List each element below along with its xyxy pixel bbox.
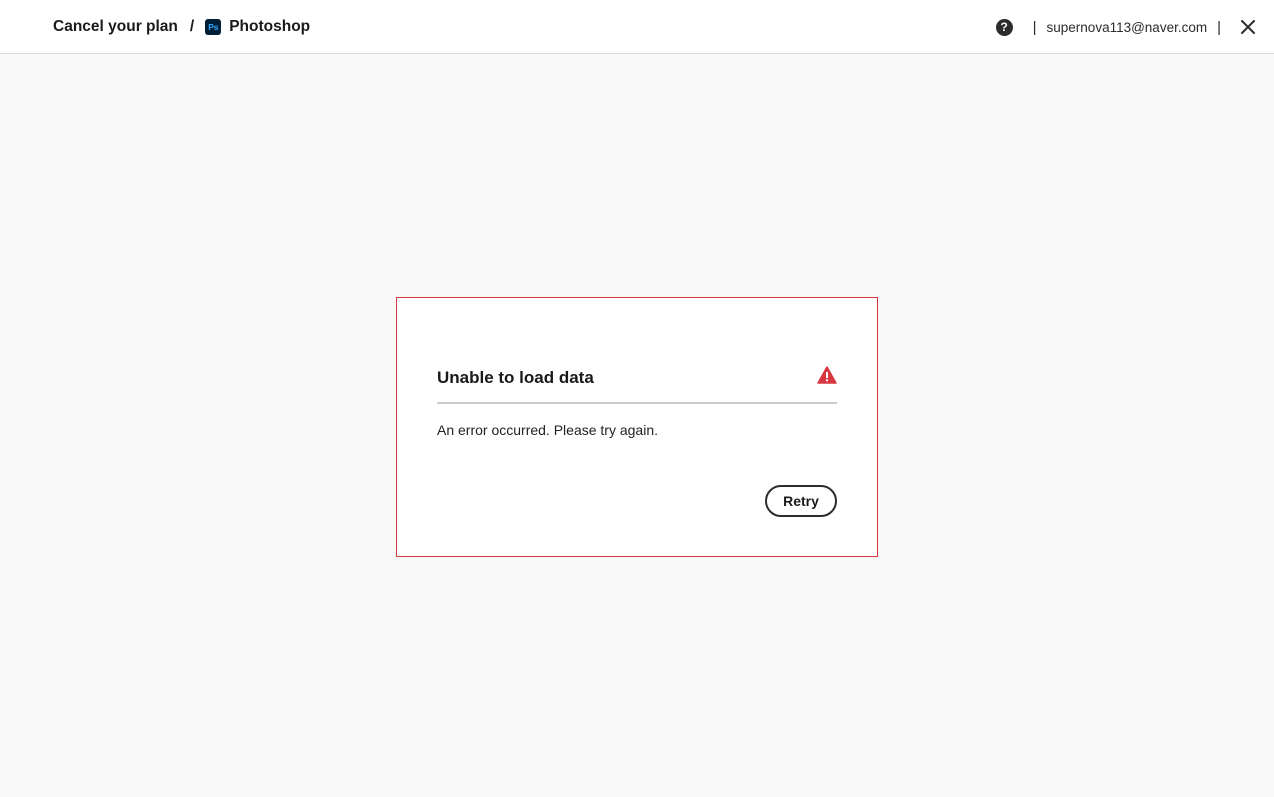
error-card-header: Unable to load data (437, 360, 837, 404)
user-email: supernova113@naver.com (1046, 19, 1208, 35)
retry-button[interactable]: Retry (765, 485, 837, 517)
close-icon[interactable] (1239, 18, 1257, 36)
error-message: An error occurred. Please try again. (437, 422, 658, 438)
top-header: Cancel your plan / Ps Photoshop ? | supe… (0, 0, 1274, 54)
breadcrumb-product: Photoshop (229, 18, 311, 35)
divider-right: | (1217, 18, 1221, 36)
photoshop-icon: Ps (205, 19, 222, 35)
header-actions: ? | supernova113@naver.com | (995, 0, 1274, 54)
breadcrumb-separator: / (189, 18, 195, 35)
error-card: Unable to load data An error occurred. P… (396, 297, 878, 557)
error-title: Unable to load data (437, 368, 594, 387)
alert-triangle-icon (817, 366, 837, 384)
breadcrumb-cancel-plan[interactable]: Cancel your plan (53, 18, 178, 36)
divider-left: | (1032, 18, 1037, 36)
help-icon[interactable]: ? (995, 18, 1013, 36)
breadcrumb: Cancel your plan / Ps Photoshop (53, 0, 310, 54)
